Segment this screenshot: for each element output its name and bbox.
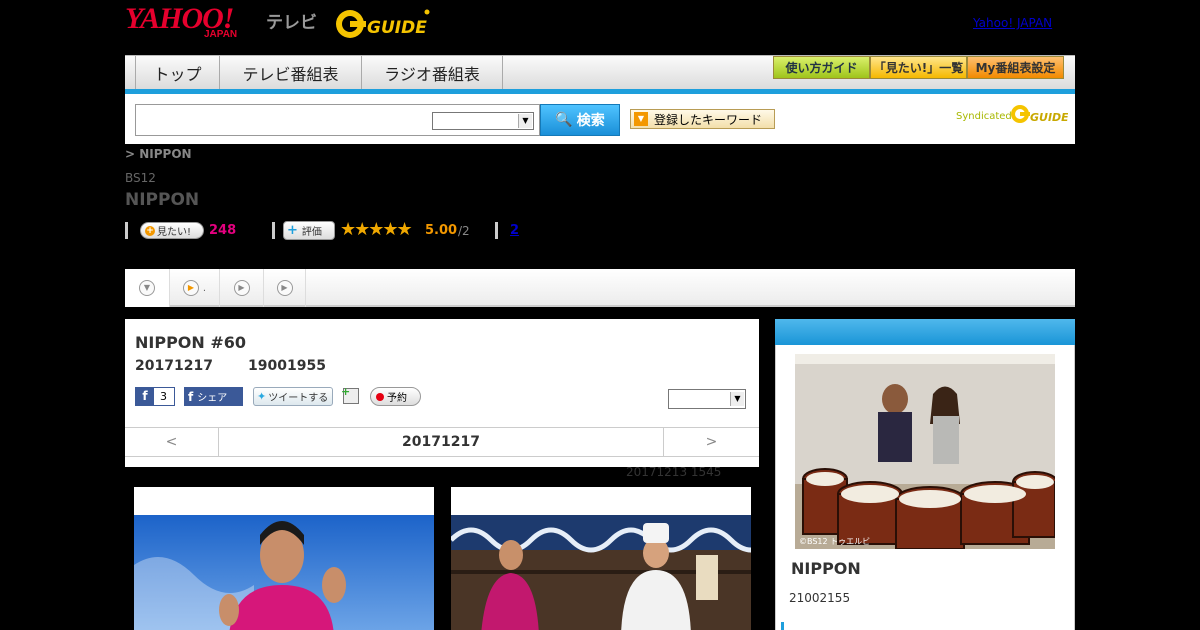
episode-photo-1[interactable] — [134, 487, 434, 630]
arrow-down-icon: ▼ — [634, 112, 648, 126]
sidebar-header — [775, 319, 1075, 345]
yahoo-japan-link[interactable]: Yahoo! JAPAN — [973, 16, 1052, 30]
episode-select[interactable]: ▼ — [668, 389, 746, 409]
episode-title: NIPPON #60 — [135, 333, 247, 352]
my-schedule-button[interactable]: My番組表設定 — [967, 56, 1064, 79]
play-icon: ▶ — [276, 280, 293, 296]
photo-image — [451, 515, 751, 630]
play-icon: ▶ — [182, 280, 199, 296]
divider — [272, 222, 275, 239]
pager-date: 20171217 — [402, 434, 480, 450]
chevron-down-icon: ▼ — [139, 280, 155, 296]
mitai-label: 見たい! — [157, 227, 192, 238]
reserve-label: 予約 — [387, 393, 407, 404]
rate-label: 評価 — [301, 227, 322, 238]
registered-keyword-button[interactable]: ▼ 登録したキーワード — [630, 109, 775, 129]
search-icon: 🔍 — [555, 112, 573, 128]
tab-play[interactable]: ▶. — [170, 269, 220, 307]
divider — [125, 222, 128, 239]
share-label: シェア — [197, 393, 228, 404]
page-title: NIPPON — [125, 190, 200, 210]
channel-name: BS12 — [125, 171, 156, 185]
calendar-add-icon[interactable]: + — [341, 385, 359, 404]
photo-image — [134, 515, 434, 630]
tab-dot: . — [202, 282, 207, 294]
search-button-label: 検索 — [576, 113, 605, 129]
record-icon — [376, 392, 384, 401]
rating-score: 5.00 — [425, 223, 458, 238]
divider — [495, 222, 498, 239]
search-category-select[interactable]: ▼ — [432, 112, 534, 130]
tv-label: テレビ — [266, 13, 317, 33]
sidebar-program-time: 21002155 — [789, 591, 851, 605]
reserve-button[interactable]: 予約 — [370, 387, 421, 406]
facebook-count: 3 — [160, 390, 167, 403]
mitai-button[interactable]: + 見たい! — [140, 222, 204, 239]
facebook-share-button[interactable]: f シェア — [184, 387, 243, 406]
mitai-count: 248 — [209, 223, 237, 238]
gguide-logo[interactable]: GUIDE — [334, 8, 430, 40]
facebook-icon: f — [188, 389, 194, 404]
yahoo-logo-sub: JAPAN — [204, 29, 238, 40]
mitai-list-button[interactable]: 「見たい!」一覧 — [870, 56, 967, 79]
chevron-down-icon: ▼ — [518, 114, 532, 128]
guide-button[interactable]: 使い方ガイド — [773, 56, 870, 79]
tab-top[interactable]: トップ — [135, 56, 219, 89]
star-rating-icon: ★★★★★ — [340, 219, 413, 240]
rating-count: /2 — [458, 224, 470, 238]
breadcrumb: > NIPPON — [125, 147, 192, 161]
review-link[interactable]: 2 — [510, 223, 519, 238]
tweet-label: ツイートする — [268, 393, 329, 404]
updated-timestamp: 20171213 1545 — [626, 465, 722, 479]
image-copyright: ©BS12 トゥエルビ — [799, 537, 870, 546]
play-icon: ▶ — [233, 280, 250, 296]
tweet-button[interactable]: ✦ ツイートする — [253, 387, 333, 406]
syndicated-gguide-logo: GUIDE — [1011, 105, 1068, 124]
tab-play-2[interactable]: ▶ — [220, 269, 264, 307]
keyword-button-label: 登録したキーワード — [654, 112, 763, 127]
episode-photo-2[interactable] — [451, 487, 751, 630]
next-day-button[interactable]: > — [663, 428, 759, 456]
facebook-icon: f — [136, 388, 154, 405]
facebook-like-button[interactable]: f 3 — [135, 387, 175, 406]
chevron-down-icon: ▼ — [730, 392, 744, 406]
tab-tv-schedule[interactable]: テレビ番組表 — [219, 56, 361, 89]
plus-icon: + — [145, 225, 155, 236]
rate-button[interactable]: + 評価 — [283, 221, 335, 240]
twitter-bird-icon: ✦ — [257, 390, 267, 403]
tab-play-3[interactable]: ▶ — [264, 269, 306, 307]
svg-text:GUIDE: GUIDE — [367, 18, 427, 38]
sidebar-program-title[interactable]: NIPPON — [791, 559, 861, 578]
prev-day-button[interactable]: < — [125, 428, 219, 456]
tab-radio-schedule[interactable]: ラジオ番組表 — [361, 56, 503, 89]
episode-time: 19001955 — [248, 358, 326, 374]
syndicated-label: Syndicated — [956, 111, 1012, 122]
sidebar-marker — [781, 622, 784, 630]
plus-icon: + — [287, 223, 298, 238]
tab-info[interactable]: ▼ — [125, 269, 170, 307]
episode-date: 20171217 — [135, 358, 213, 374]
svg-text:GUIDE: GUIDE — [1030, 111, 1068, 124]
search-button[interactable]: 🔍 検索 — [540, 104, 620, 136]
sidebar-program-image[interactable]: ©BS12 トゥエルビ — [795, 354, 1055, 549]
